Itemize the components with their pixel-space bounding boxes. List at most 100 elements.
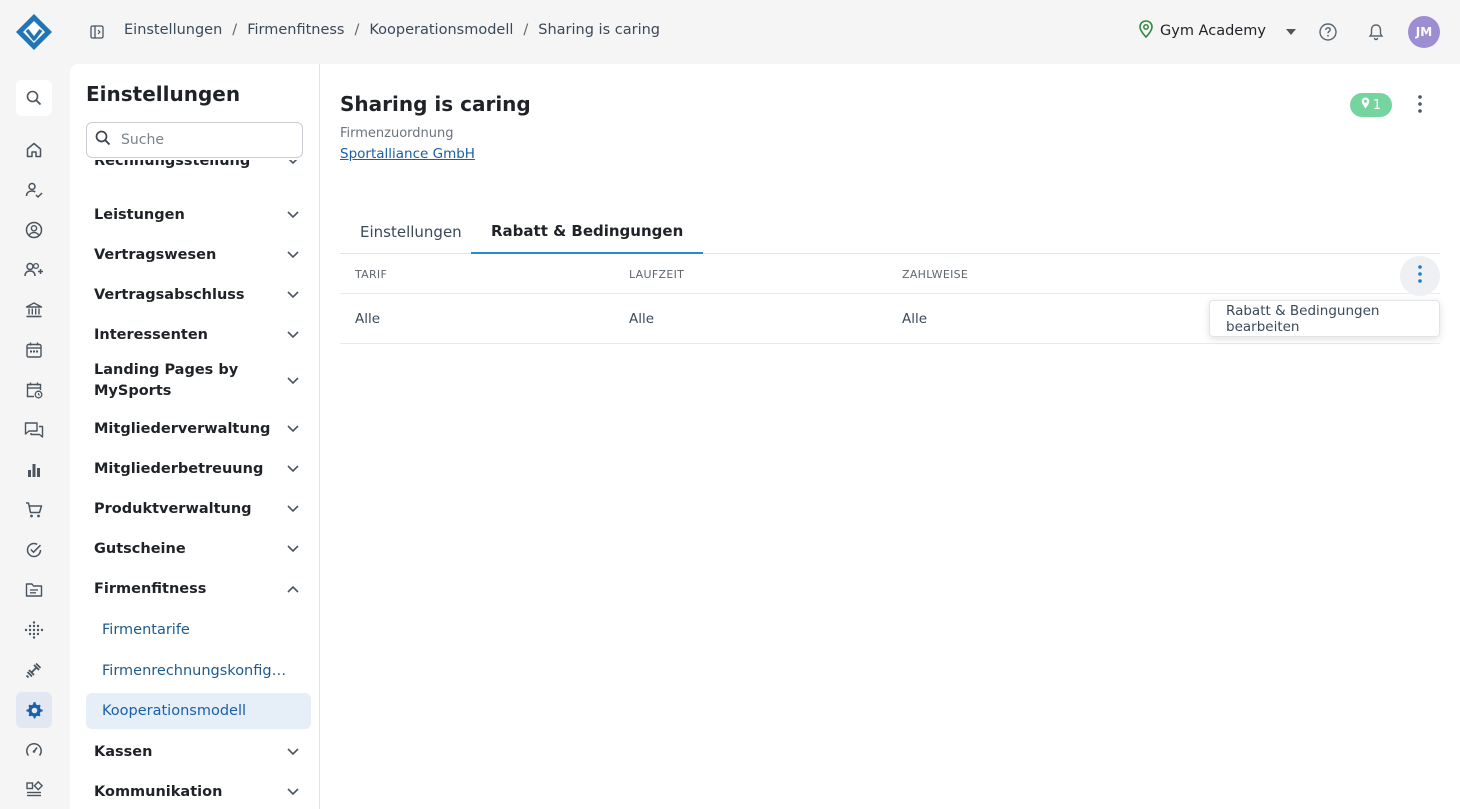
org-selector[interactable]: Gym Academy: [1138, 20, 1296, 42]
nav-item-kommunikation[interactable]: Kommunikation: [86, 772, 311, 809]
chevron-down-icon: [287, 247, 299, 263]
chevron-down-icon: [287, 541, 299, 557]
nav-item-vertragswesen[interactable]: Vertragswesen: [86, 235, 311, 275]
breadcrumb-item[interactable]: Einstellungen: [124, 22, 222, 38]
nav-item-vertragsabschluss[interactable]: Vertragsabschluss: [86, 275, 311, 315]
cart-icon[interactable]: [16, 492, 52, 528]
company-link[interactable]: Sportalliance GmbH: [340, 146, 475, 162]
location-pin-icon: [1361, 97, 1370, 113]
tab-label: Rabatt & Bedingungen: [491, 222, 684, 240]
location-pin-icon: [1138, 20, 1154, 42]
sub-item-label: Firmenrechnungskonfigurationen: [102, 663, 288, 679]
breadcrumb-separator: /: [232, 22, 238, 38]
search-input[interactable]: [121, 132, 291, 148]
settings-sidebar: Einstellungen Rechnungsstellung Leistung…: [70, 64, 320, 809]
nav-item-label: Firmenfitness: [94, 580, 207, 597]
tab-bar: Einstellungen Rabatt & Bedingungen: [340, 210, 1440, 254]
dropdown-menu: Rabatt & Bedingungen bearbeiten: [1209, 300, 1440, 337]
home-icon[interactable]: [16, 132, 52, 168]
column-header-zahlweise: ZAHLWEISE: [902, 268, 969, 281]
nav-item-label: Landing Pages by MySports: [94, 362, 239, 399]
breadcrumb-separator: /: [354, 22, 360, 38]
table-actions-menu-button[interactable]: [1400, 256, 1440, 296]
chevron-down-icon: [287, 287, 299, 303]
table-cell: Alle: [902, 311, 928, 327]
help-icon[interactable]: [1316, 20, 1340, 44]
more-vert-icon: [1418, 265, 1422, 287]
nav-item-label: Kommunikation: [94, 783, 223, 800]
nav-item-gutscheine[interactable]: Gutscheine: [86, 529, 311, 569]
sub-item-firmentarife[interactable]: Firmentarife: [86, 612, 311, 648]
nav-item-leistungen[interactable]: Leistungen: [86, 195, 311, 235]
tab-label: Einstellungen: [360, 223, 462, 241]
speedometer-icon[interactable]: [16, 732, 52, 768]
column-header-laufzeit: LAUFZEIT: [629, 268, 685, 281]
nav-item-interessenten[interactable]: Interessenten: [86, 315, 311, 355]
nav-item-label: Rechnungsstellung: [94, 160, 251, 169]
calendar-clock-icon[interactable]: [16, 372, 52, 408]
nav-item-label: Interessenten: [94, 326, 208, 343]
sub-item-label: Firmentarife: [102, 622, 190, 638]
more-vert-icon[interactable]: [1408, 92, 1432, 116]
nav-item-label: Vertragsabschluss: [94, 286, 245, 303]
breadcrumb: Einstellungen / Firmenfitness / Kooperat…: [124, 22, 660, 38]
search-icon[interactable]: [16, 80, 52, 116]
chevron-down-icon: [287, 160, 299, 169]
sub-item-kooperationsmodell[interactable]: Kooperationsmodell: [86, 693, 311, 729]
nav-item-mitgliederverwaltung[interactable]: Mitgliederverwaltung: [86, 409, 311, 449]
user-circle-icon[interactable]: [16, 212, 52, 248]
sidebar-search[interactable]: [86, 122, 303, 158]
menu-item-edit-conditions[interactable]: Rabatt & Bedingungen bearbeiten: [1226, 303, 1439, 335]
panel-toggle-icon[interactable]: [88, 22, 106, 42]
app-logo[interactable]: [14, 12, 54, 52]
page-title: Sharing is caring: [340, 92, 531, 116]
user-check-icon[interactable]: [16, 172, 52, 208]
check-circle-icon[interactable]: [16, 532, 52, 568]
bell-icon[interactable]: [1364, 20, 1388, 44]
user-avatar[interactable]: JM: [1408, 16, 1440, 48]
gear-icon[interactable]: [16, 692, 52, 728]
dumbbell-icon[interactable]: [16, 652, 52, 688]
table-cell: Alle: [355, 311, 381, 327]
tab-einstellungen[interactable]: Einstellungen: [340, 210, 482, 254]
chevron-down-icon: [287, 421, 299, 437]
folder-icon[interactable]: [16, 572, 52, 608]
widgets-icon[interactable]: [16, 772, 52, 808]
grid-dots-icon[interactable]: [16, 612, 52, 648]
chat-icon[interactable]: [16, 412, 52, 448]
nav-item-label: Mitgliederverwaltung: [94, 420, 271, 437]
nav-item-label: Leistungen: [94, 206, 185, 223]
chevron-down-icon: [287, 501, 299, 517]
nav-item-rechnungsstellung[interactable]: Rechnungsstellung: [86, 160, 311, 176]
settings-nav: Rechnungsstellung Leistungen Vertragswes…: [86, 160, 311, 809]
nav-item-label: Mitgliederbetreuung: [94, 460, 264, 477]
bank-icon[interactable]: [16, 292, 52, 328]
chevron-down-icon: [287, 327, 299, 343]
chevron-down-icon: [287, 373, 299, 389]
nav-item-produktverwaltung[interactable]: Produktverwaltung: [86, 489, 311, 529]
user-plus-icon[interactable]: [16, 252, 52, 288]
nav-item-mitgliederbetreuung[interactable]: Mitgliederbetreuung: [86, 449, 311, 489]
company-label: Firmenzuordnung: [340, 126, 454, 141]
breadcrumb-item[interactable]: Firmenfitness: [247, 22, 344, 38]
nav-item-label: Produktverwaltung: [94, 500, 252, 517]
sub-item-firmenrechnungskonfigurationen[interactable]: Firmenrechnungskonfigurationen: [86, 653, 311, 689]
breadcrumb-item[interactable]: Kooperationsmodell: [369, 22, 513, 38]
main-content: Sharing is caring Firmenzuordnung Sporta…: [320, 64, 1460, 809]
table-cell: Alle: [629, 311, 655, 327]
search-icon: [95, 130, 111, 150]
nav-item-label: Kassen: [94, 743, 153, 760]
app-nav-rail: [0, 64, 70, 809]
nav-item-landing-pages[interactable]: Landing Pages by MySports: [86, 357, 311, 405]
org-name: Gym Academy: [1160, 23, 1266, 39]
bar-chart-icon[interactable]: [16, 452, 52, 488]
nav-item-kassen[interactable]: Kassen: [86, 732, 311, 772]
chevron-up-icon: [287, 581, 299, 597]
chevron-down-icon: [287, 207, 299, 223]
tab-rabatt-bedingungen[interactable]: Rabatt & Bedingungen: [471, 210, 704, 254]
location-badge[interactable]: 1: [1350, 93, 1392, 117]
column-header-tarif: TARIF: [355, 268, 388, 281]
chevron-down-icon: [287, 461, 299, 477]
calendar-icon[interactable]: [16, 332, 52, 368]
nav-item-firmenfitness[interactable]: Firmenfitness: [86, 569, 311, 609]
